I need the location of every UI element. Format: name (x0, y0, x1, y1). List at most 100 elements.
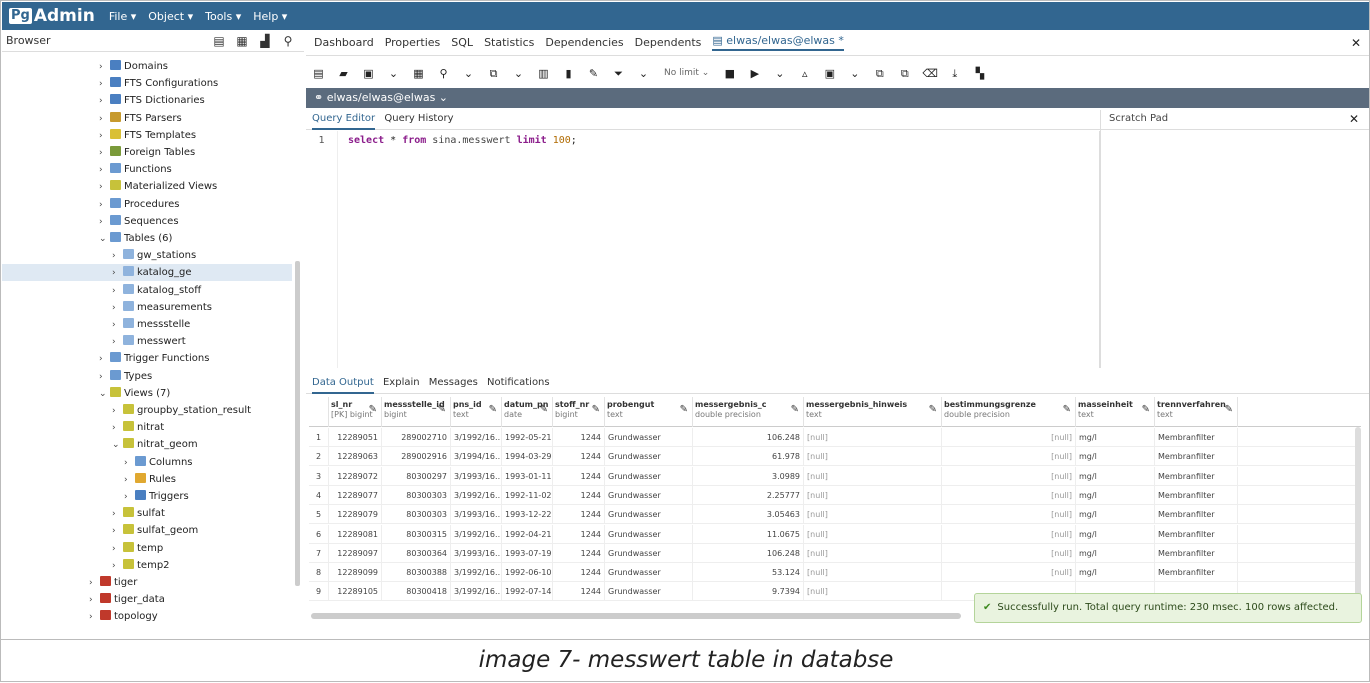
tree-item[interactable]: › tiger (2, 574, 292, 591)
column-header[interactable]: messergebnis_hinweis text ✎ (804, 397, 942, 427)
column-header[interactable]: messergebnis_c double precision ✎ (693, 397, 804, 427)
table-row[interactable]: 3 12289072 80300297 3/1993/16... 1993-01-11 1… (309, 466, 1361, 486)
table-row[interactable]: 1 12289051 289002710 3/1992/16... 1992-05-21… (309, 428, 1361, 447)
table-row[interactable]: 5 12289079 80300303 3/1993/16... 1993-12-22 1… (309, 505, 1361, 525)
tree-item[interactable]: › Procedures (2, 196, 292, 213)
limit-select[interactable]: No limit ⌄ (664, 68, 709, 78)
tree-item[interactable]: › measurements (2, 299, 292, 316)
chevron-right-icon[interactable]: › (89, 575, 98, 592)
table-cell[interactable]: [null] (804, 543, 942, 563)
table-cell[interactable]: 80300388 (382, 563, 451, 583)
chevron-right-icon[interactable]: › (99, 93, 108, 110)
filter-icon[interactable]: ⏷ (611, 66, 626, 81)
edit-pencil-icon[interactable]: ✎ (489, 405, 497, 415)
row-number[interactable]: 1 (309, 428, 329, 447)
chevron-right-icon[interactable]: › (112, 523, 121, 540)
table-cell[interactable]: [null] (804, 582, 942, 602)
table-cell[interactable]: 3/1992/16... (451, 485, 502, 505)
tree-item[interactable]: › FTS Dictionaries (2, 92, 292, 109)
table-row[interactable]: 2 12289063 289002916 3/1994/16... 1994-03-29… (309, 447, 1361, 467)
chevron-right-icon[interactable]: › (112, 403, 121, 420)
table-cell[interactable]: 12289081 (329, 524, 382, 544)
table-cell[interactable]: 1994-03-29 (502, 447, 553, 467)
tree-item[interactable]: › Triggers (2, 488, 292, 505)
tab-dashboard[interactable]: Dashboard (314, 36, 374, 49)
table-cell[interactable]: 80300315 (382, 524, 451, 544)
grid-vertical-scrollbar[interactable] (1355, 427, 1361, 607)
row-number[interactable]: 9 (309, 582, 329, 602)
table-cell[interactable]: mg/l (1076, 466, 1155, 486)
tab-query-history[interactable]: Query History (384, 110, 453, 128)
search-icon[interactable]: ⚲ (281, 35, 295, 47)
table-cell[interactable]: [null] (804, 447, 942, 467)
table-cell[interactable]: [null] (942, 563, 1076, 583)
tab-query-tool[interactable]: ▤ elwas/elwas@elwas * (712, 34, 844, 51)
table-cell[interactable]: 12289079 (329, 505, 382, 525)
tree-item[interactable]: › Foreign Tables (2, 144, 292, 161)
table-cell[interactable]: 289002916 (382, 447, 451, 467)
tab-query-editor[interactable]: Query Editor (312, 110, 376, 130)
column-header[interactable]: stoff_nr bigint ✎ (553, 397, 605, 427)
tab-notifications[interactable]: Notifications (487, 374, 550, 392)
table-cell[interactable]: 11.0675 (693, 524, 804, 544)
table-cell[interactable]: [null] (804, 466, 942, 486)
tree-item[interactable]: › FTS Templates (2, 127, 292, 144)
chevron-right-icon[interactable]: › (112, 265, 121, 282)
table-cell[interactable]: mg/l (1076, 505, 1155, 525)
tree-item[interactable]: ⌄ Views (7) (2, 385, 292, 402)
table-cell[interactable]: Membranfilter (1155, 466, 1238, 486)
grid-corner[interactable] (309, 397, 329, 427)
table-cell[interactable]: [null] (804, 428, 942, 447)
table-cell[interactable]: Grundwasser (605, 524, 693, 544)
table-cell[interactable]: Grundwasser (605, 543, 693, 563)
tab-dependencies[interactable]: Dependencies (545, 36, 623, 49)
table-cell[interactable]: mg/l (1076, 543, 1155, 563)
tree-scrollbar[interactable] (295, 261, 300, 586)
row-number[interactable]: 4 (309, 485, 329, 505)
connection-bar[interactable]: ⚭ elwas/elwas@elwas ⌄ (306, 88, 1369, 108)
table-cell[interactable]: 1993-12-22 (502, 505, 553, 525)
scratch-pad[interactable]: Scratch Pad ✕ (1100, 110, 1369, 368)
tree-item[interactable]: › groupby_station_result (2, 402, 292, 419)
table-cell[interactable]: 3/1992/16... (451, 563, 502, 583)
table-cell[interactable]: [null] (804, 563, 942, 583)
menu-tools[interactable]: Tools ▾ (205, 10, 241, 23)
open-file-icon[interactable]: ▤ (311, 66, 326, 81)
column-header[interactable]: trennverfahren text ✎ (1155, 397, 1238, 427)
table-cell[interactable]: mg/l (1076, 485, 1155, 505)
table-cell[interactable]: Membranfilter (1155, 428, 1238, 447)
edit-pencil-icon[interactable]: ✎ (438, 405, 446, 415)
chevron-right-icon[interactable]: › (99, 111, 108, 128)
chevron-right-icon[interactable]: › (99, 351, 108, 368)
table-cell[interactable]: 106.248 (693, 543, 804, 563)
table-cell[interactable]: Membranfilter (1155, 524, 1238, 544)
chevron-down-icon[interactable]: ⌄ (847, 66, 862, 81)
table-cell[interactable]: 1244 (553, 505, 605, 525)
table-cell[interactable]: 12289051 (329, 428, 382, 447)
table-cell[interactable]: 80300303 (382, 505, 451, 525)
table-cell[interactable]: Membranfilter (1155, 505, 1238, 525)
row-number[interactable]: 7 (309, 543, 329, 563)
table-cell[interactable]: 1244 (553, 543, 605, 563)
close-icon[interactable]: ✕ (1349, 112, 1359, 126)
table-cell[interactable]: mg/l (1076, 524, 1155, 544)
tree-item[interactable]: › Functions (2, 161, 292, 178)
chevron-right-icon[interactable]: › (99, 369, 108, 386)
column-header[interactable]: pns_id text ✎ (451, 397, 502, 427)
row-number[interactable]: 6 (309, 524, 329, 544)
table-cell[interactable]: [null] (942, 428, 1076, 447)
table-cell[interactable]: 1993-07-19 (502, 543, 553, 563)
find-icon[interactable]: ⚲ (436, 66, 451, 81)
chevron-down-icon[interactable]: ⌄ (386, 66, 401, 81)
table-cell[interactable]: [null] (804, 524, 942, 544)
execute-icon[interactable]: ▶ (747, 66, 762, 81)
chevron-right-icon[interactable]: › (112, 541, 121, 558)
tree-item[interactable]: › Columns (2, 454, 292, 471)
chevron-down-icon[interactable]: ⌄ (511, 66, 526, 81)
table-cell[interactable]: 1244 (553, 428, 605, 447)
table-cell[interactable]: 12289077 (329, 485, 382, 505)
tab-properties[interactable]: Properties (385, 36, 441, 49)
tree-item[interactable]: › nitrat (2, 419, 292, 436)
table-cell[interactable]: 1244 (553, 466, 605, 486)
table-cell[interactable]: Grundwasser (605, 428, 693, 447)
